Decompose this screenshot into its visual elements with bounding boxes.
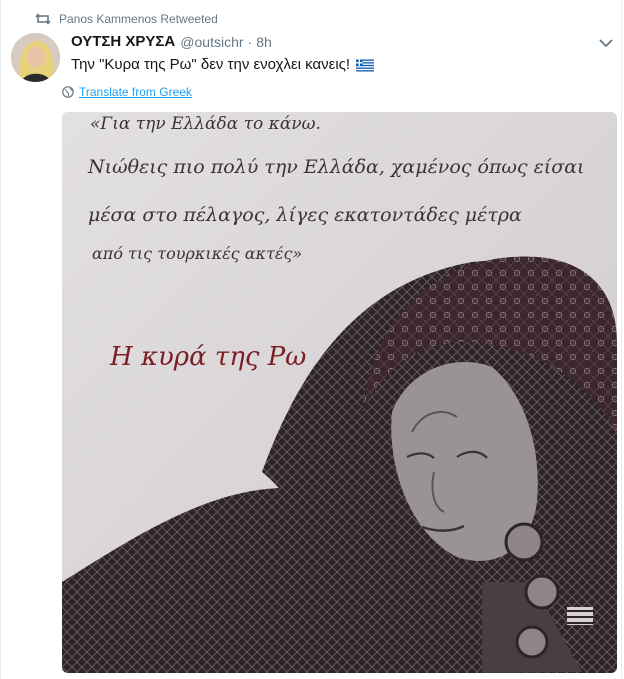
globe-icon (62, 86, 74, 98)
poem-line-3: μέσα στο πέλαγος, λίγες εκατοντάδες μέτρ… (88, 204, 522, 226)
translate-link[interactable]: Translate from Greek (79, 85, 192, 99)
translate-row: Translate from Greek (62, 85, 192, 99)
poem-line-4: από τις τουρκικές ακτές» (92, 244, 303, 263)
retweet-label[interactable]: Panos Kammenos Retweeted (59, 12, 218, 26)
avatar[interactable] (11, 33, 60, 82)
portrait-illustration (62, 112, 617, 673)
chevron-down-icon[interactable] (599, 38, 613, 48)
retweet-context: Panos Kammenos Retweeted (35, 10, 218, 28)
separator-dot: · (247, 33, 253, 50)
signature: Η κυρά της Ρω (110, 342, 307, 372)
avatar-image (11, 33, 60, 82)
tweet-text: Την "Κυρα της Ρω" δεν την ενοχλει κανεις… (71, 56, 351, 73)
greek-flag-icon (356, 59, 375, 71)
tweet-timestamp[interactable]: 8h (256, 34, 272, 50)
tweet-media-image[interactable]: «Για την Ελλάδα το κάνω. Νιώθεις πιο πολ… (62, 112, 617, 673)
tweet-text-row: Την "Κυρα της Ρω" δεν την ενοχλει κανεις… (71, 55, 375, 75)
author-name[interactable]: ΟΥΤΣΗ ΧΡΥΣΑ (71, 33, 175, 50)
poem-line-1: «Για την Ελλάδα το κάνω. (90, 114, 321, 134)
tweet-card[interactable]: Panos Kammenos Retweeted ΟΥΤΣΗ ΧΡΥΣΑ @ou… (0, 0, 622, 679)
tweet-header: ΟΥΤΣΗ ΧΡΥΣΑ @outsichr · 8h (71, 33, 272, 50)
poem-line-2: Νιώθεις πιο πολύ την Ελλάδα, χαμένος όπω… (88, 156, 585, 178)
retweet-icon (35, 13, 51, 25)
author-handle[interactable]: @outsichr (180, 34, 243, 50)
